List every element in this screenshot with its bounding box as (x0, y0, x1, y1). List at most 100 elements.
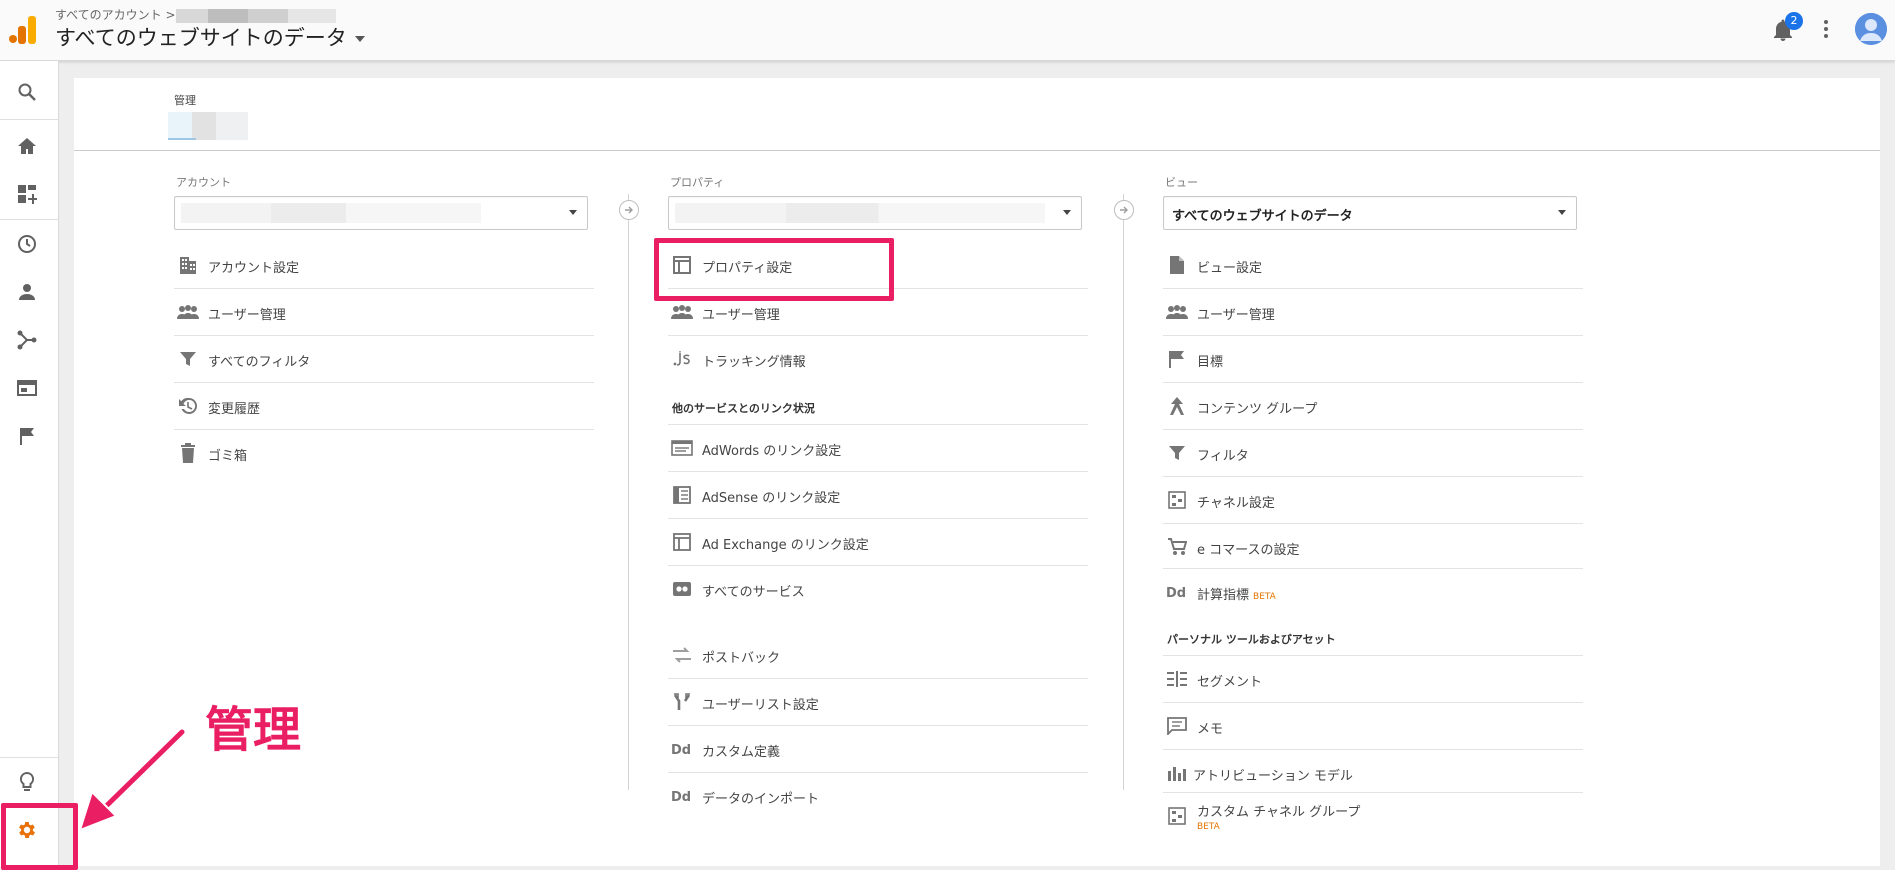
rail-divider (0, 757, 58, 758)
menu-label: 計算指標 (1197, 588, 1250, 603)
property-redacted (675, 203, 1045, 223)
menu-custom-definitions[interactable]: Dd カスタム定義 (668, 726, 1088, 773)
menu-audience-definitions[interactable]: ユーザーリスト設定 (668, 679, 1088, 726)
admin-tabs-redacted[interactable] (168, 112, 248, 140)
arrow-right-icon (1114, 200, 1134, 220)
menu-all-products[interactable]: すべてのサービス (668, 566, 1088, 612)
account-column: アカウント アカウント設定 ユーザー管理 すべてのフィルタ 変更履歴 ゴミ箱 (174, 174, 594, 476)
customization-dashboard-icon[interactable] (14, 181, 40, 207)
content-grouping-icon (1165, 395, 1189, 417)
menu-label: すべてのフィルタ (208, 355, 311, 370)
menu-goals[interactable]: 目標 (1163, 336, 1583, 383)
menu-label: AdSense のリンク設定 (702, 491, 841, 506)
flag-icon (1165, 348, 1189, 370)
menu-content-grouping[interactable]: コンテンツ グループ (1163, 383, 1583, 430)
menu-account-settings[interactable]: アカウント設定 (174, 242, 594, 289)
menu-label: フィルタ (1197, 449, 1249, 464)
adwords-icon (670, 437, 694, 459)
caret-down-icon (1558, 210, 1566, 215)
menu-label: ユーザーリスト設定 (702, 698, 819, 713)
history-icon (176, 395, 200, 417)
dd-icon: Dd (670, 738, 694, 760)
menu-annotations[interactable]: メモ (1163, 703, 1583, 750)
menu-segments[interactable]: セグメント (1163, 656, 1583, 703)
property-selector[interactable] (668, 196, 1082, 230)
menu-label: メモ (1197, 722, 1224, 737)
menu-tracking-info[interactable]: トラッキング情報 (668, 336, 1088, 382)
account-selector[interactable] (174, 196, 588, 230)
menu-label: トラッキング情報 (702, 355, 806, 370)
building-icon (176, 254, 200, 276)
beta-badge: BETA (1197, 822, 1220, 832)
menu-ad-exchange-linking[interactable]: Ad Exchange のリンク設定 (668, 519, 1088, 566)
menu-channel-settings[interactable]: チャネル設定 (1163, 477, 1583, 524)
breadcrumb-text: すべてのアカウント > (55, 8, 176, 22)
admin-title: 管理 (174, 94, 196, 107)
menu-view-user-management[interactable]: ユーザー管理 (1163, 289, 1583, 336)
view-selector[interactable]: すべてのウェブサイトのデータ (55, 22, 365, 52)
all-products-icon (670, 578, 694, 600)
svg-text:Dd: Dd (671, 743, 691, 756)
channel-settings-icon (1165, 805, 1189, 827)
arrow-right-icon (619, 200, 639, 220)
menu-trash[interactable]: ゴミ箱 (174, 430, 594, 476)
view-label: ビュー (1165, 176, 1198, 189)
menu-adwords-linking[interactable]: AdWords のリンク設定 (668, 425, 1088, 472)
product-linking-section-title: 他のサービスとのリンク状況 (668, 382, 1088, 425)
svg-text:Dd: Dd (1166, 586, 1186, 599)
menu-ecommerce-settings[interactable]: e コマースの設定 (1163, 524, 1583, 569)
menu-attribution-models[interactable]: アトリビューション モデル (1163, 750, 1583, 793)
menu-label: AdWords のリンク設定 (702, 444, 842, 459)
view-selector-label: すべてのウェブサイトのデータ (55, 26, 347, 50)
menu-label: コンテンツ グループ (1197, 402, 1318, 417)
more-vert-icon[interactable] (1822, 18, 1830, 40)
beta-badge: BETA (1253, 592, 1276, 602)
people-icon (1165, 301, 1189, 323)
segments-icon (1165, 668, 1189, 690)
search-icon[interactable] (14, 79, 40, 105)
conversions-flag-icon[interactable] (14, 423, 40, 449)
view-selected-value: すべてのウェブサイトのデータ (1172, 209, 1353, 224)
menu-view-settings[interactable]: ビュー設定 (1163, 242, 1583, 289)
notification-badge: 2 (1785, 12, 1803, 30)
menu-filters[interactable]: フィルタ (1163, 430, 1583, 477)
property-label: プロパティ (670, 176, 725, 189)
menu-label: ポストバック (702, 651, 781, 666)
realtime-clock-icon[interactable] (14, 231, 40, 257)
menu-calculated-metrics[interactable]: Dd 計算指標 BETA (1163, 569, 1583, 613)
view-selector-dropdown[interactable]: すべてのウェブサイトのデータ (1163, 196, 1577, 230)
callout-arrow-icon (78, 728, 187, 832)
top-bar: すべてのアカウント > すべてのウェブサイトのデータ 2 (0, 0, 1895, 61)
audience-person-icon[interactable] (14, 279, 40, 305)
analytics-logo-icon[interactable] (8, 16, 38, 44)
menu-label: ビュー設定 (1197, 261, 1263, 276)
menu-label: e コマースの設定 (1197, 543, 1300, 558)
comment-icon (1165, 715, 1189, 737)
filter-icon (1165, 442, 1189, 464)
home-icon[interactable] (14, 133, 40, 159)
filter-icon (176, 348, 200, 370)
breadcrumb[interactable]: すべてのアカウント > (55, 6, 336, 23)
account-avatar[interactable] (1855, 13, 1887, 45)
menu-postbacks[interactable]: ポストバック (668, 632, 1088, 679)
svg-text:Dd: Dd (671, 790, 691, 803)
menu-label: カスタム定義 (702, 745, 781, 760)
audience-fork-icon (670, 691, 694, 713)
menu-all-filters[interactable]: すべてのフィルタ (174, 336, 594, 383)
user-avatar-icon (1855, 13, 1887, 45)
caret-down-icon (569, 210, 577, 215)
behavior-icon[interactable] (14, 375, 40, 401)
discover-lightbulb-icon[interactable] (14, 769, 40, 795)
ad-exchange-icon (670, 531, 694, 553)
menu-account-user-management[interactable]: ユーザー管理 (174, 289, 594, 336)
js-icon (670, 348, 694, 370)
menu-label: アカウント設定 (208, 261, 300, 276)
menu-custom-channel-groupings[interactable]: カスタム チャネル グループ BETA (1163, 793, 1583, 839)
menu-label: すべてのサービス (702, 585, 805, 600)
menu-adsense-linking[interactable]: AdSense のリンク設定 (668, 472, 1088, 519)
admin-header: 管理 (74, 78, 1880, 151)
acquisition-icon[interactable] (14, 327, 40, 353)
menu-data-import[interactable]: Dd データのインポート (668, 773, 1088, 819)
menu-change-history[interactable]: 変更履歴 (174, 383, 594, 430)
account-redacted (181, 203, 481, 223)
